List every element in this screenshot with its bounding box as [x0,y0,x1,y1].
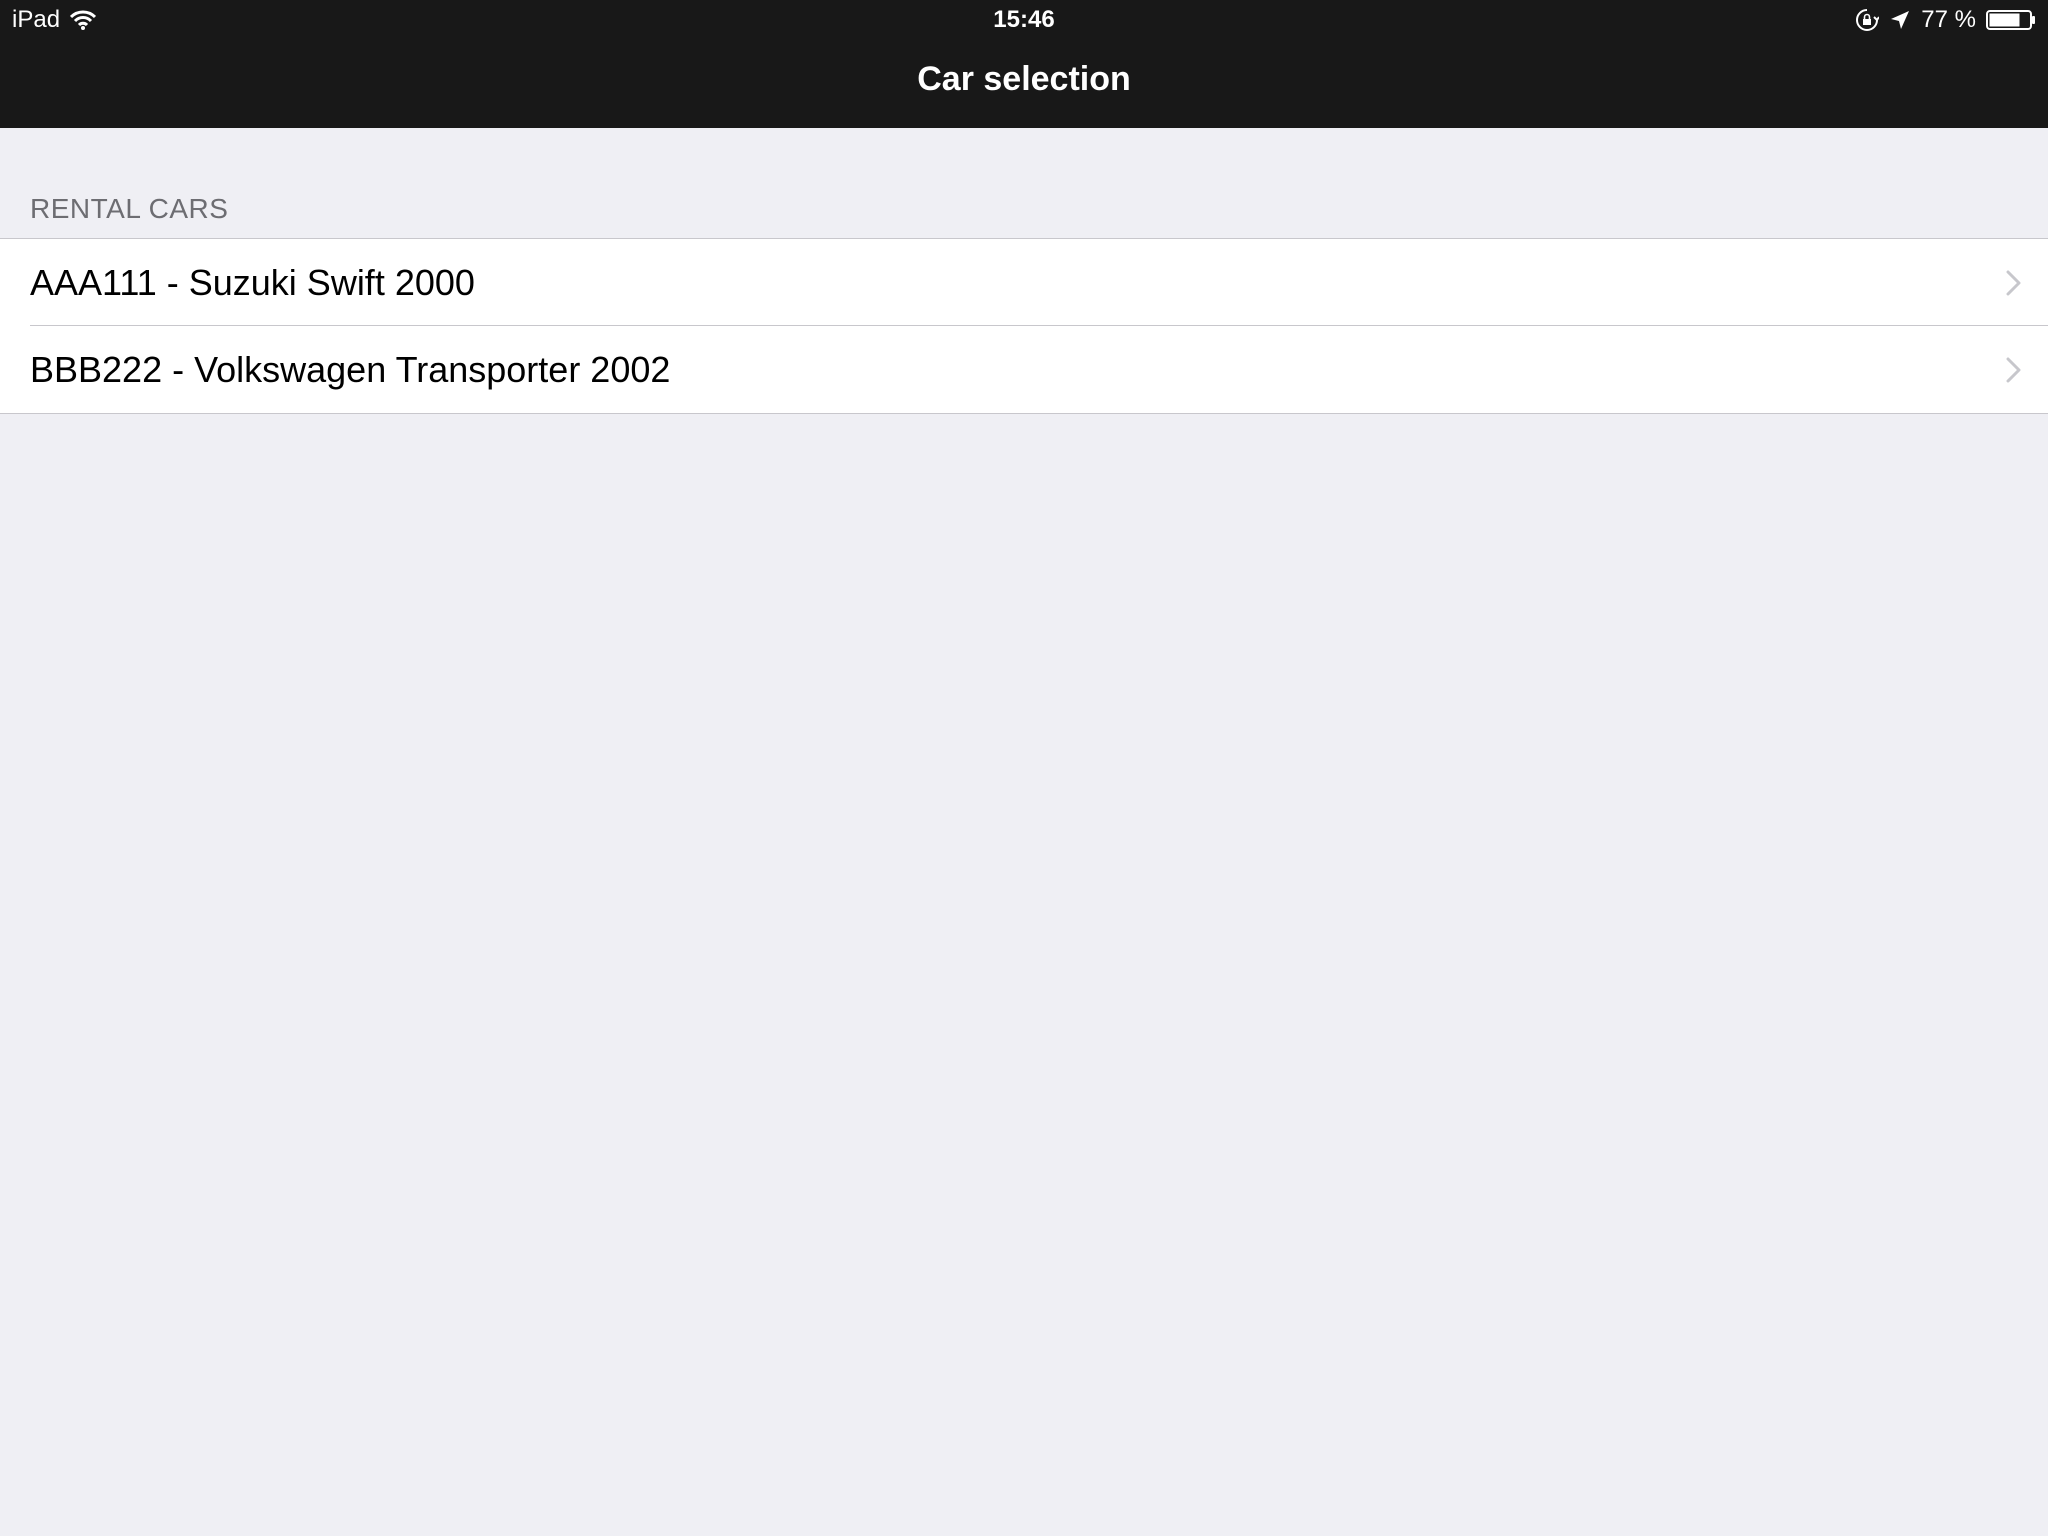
chevron-right-icon [2006,270,2022,296]
chevron-right-icon [2006,357,2022,383]
row-label: BBB222 - Volkswagen Transporter 2002 [30,348,671,390]
battery-percent: 77 % [1921,6,1976,33]
battery-icon [1986,9,2036,31]
rental-cars-table: AAA111 - Suzuki Swift 2000 BBB222 - Volk… [0,238,2048,414]
table-row[interactable]: BBB222 - Volkswagen Transporter 2002 [0,325,2048,413]
status-right: 77 % [1855,6,2036,34]
status-time: 15:46 [993,6,1055,33]
row-label: AAA111 - Suzuki Swift 2000 [30,261,475,303]
location-arrow-icon [1889,9,1911,31]
table-row[interactable]: AAA111 - Suzuki Swift 2000 [0,239,2048,326]
section-header-rental-cars: RENTAL CARS [30,193,229,224]
status-bar: iPad 15:46 77 % [0,0,2048,40]
orientation-lock-icon [1855,8,1880,32]
page-title: Car selection [917,60,1131,98]
top-bar: iPad 15:46 77 % Car selection [0,0,2048,128]
